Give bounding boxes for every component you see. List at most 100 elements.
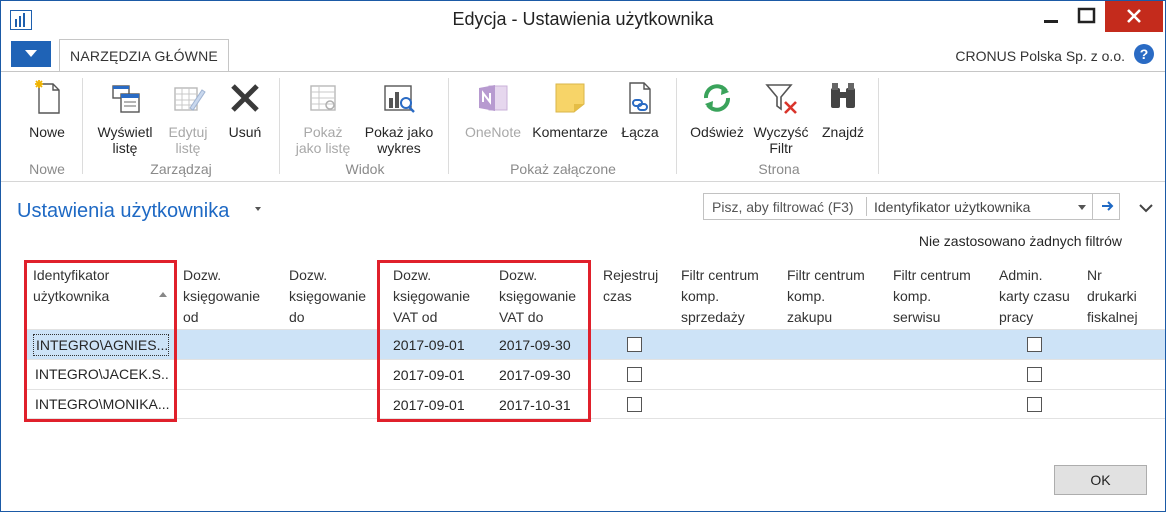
checkbox-timesheet-admin[interactable] [1027,337,1042,352]
show-as-list-button[interactable]: Pokaż jako listę [287,78,359,156]
find-label: Znajdź [821,124,865,140]
caret-down-icon [25,50,37,57]
column-header-fiscal-printer[interactable]: Nr drukarki fiskalnej [1079,260,1165,328]
column-header-sales-resp-filter[interactable]: Filtr centrum komp. sprzedaży [673,260,779,328]
header-text: Nr [1087,267,1102,283]
header-text: fiskalnej [1087,309,1138,325]
group-separator [279,78,280,174]
column-header-allow-posting-to[interactable]: Dozw. księgowanie do [281,260,387,328]
sticky-note-icon [555,83,585,113]
view-list-label-2: listę [112,140,138,156]
delete-label: Usuń [228,124,262,140]
header-text: od [183,309,199,325]
view-list-label-1: Wyświetl [97,124,153,140]
highlight-box-user-id [24,260,177,422]
close-icon [1127,9,1141,23]
group-label-new: Nowe [29,161,65,177]
header-text: Dozw. [289,267,328,283]
filter-field-dropdown-icon[interactable] [1078,205,1086,210]
checkbox-register-time[interactable] [627,367,642,382]
header-text: serwisu [893,309,941,325]
onenote-icon [479,85,508,111]
group-separator [676,78,677,174]
filter-input[interactable]: Pisz, aby filtrować (F3) [712,199,854,215]
filter-box[interactable]: Pisz, aby filtrować (F3) Identyfikator u… [703,193,1120,220]
title-dropdown-icon[interactable] [255,207,261,211]
header-text: pracy [999,309,1034,325]
ribbon: Nowe Nowe Wyświetl listę Edytuj listę Us… [1,71,1165,182]
apply-filter-button[interactable] [1092,194,1120,219]
page-title[interactable]: Ustawienia użytkownika [17,200,229,223]
show-list-icon [310,85,336,111]
company-name[interactable]: CRONUS Polska Sp. z o.o. [955,48,1125,64]
title-bar: Edycja - Ustawienia użytkownika [1,1,1165,37]
filter-separator [866,197,867,216]
binoculars-icon [831,83,855,108]
view-list-icon [112,85,140,113]
checkbox-timesheet-admin[interactable] [1027,397,1042,412]
group-label-show-attached: Pokaż załączone [510,161,616,177]
onenote-label: OneNote [464,124,522,140]
find-button[interactable]: Znajdź [815,78,871,140]
column-header-allow-posting-from[interactable]: Dozw. księgowanie od [175,260,281,328]
ok-button[interactable]: OK [1054,465,1147,495]
notes-button[interactable]: Komentarze [529,78,611,140]
links-label: Łącza [621,124,659,140]
window: Edycja - Ustawienia użytkownika NARZĘDZI… [0,0,1166,512]
onenote-button[interactable]: OneNote [457,78,529,140]
tab-home[interactable]: NARZĘDZIA GŁÓWNE [59,39,229,72]
show-as-chart-button[interactable]: Pokaż jako wykres [359,78,439,156]
group-separator [448,78,449,174]
minimize-icon [1044,20,1058,23]
clear-filter-label-2: Filtr [769,140,793,156]
group-separator [878,78,879,174]
filter-field-select[interactable]: Identyfikator użytkownika [874,199,1030,215]
group-separator [82,78,83,174]
header-text: Dozw. [183,267,222,283]
arrow-right-icon [1102,201,1114,211]
column-header-purchase-resp-filter[interactable]: Filtr centrum komp. zakupu [779,260,885,328]
clear-filter-label-1: Wyczyść [753,124,809,140]
chevron-down-icon[interactable] [1139,203,1153,213]
show-as-chart-label-2: wykres [377,140,421,156]
links-button[interactable]: Łącza [617,78,663,140]
clear-filter-icon [765,84,797,114]
checkbox-register-time[interactable] [627,397,642,412]
refresh-button[interactable]: Odśwież [687,78,747,140]
filter-status: Nie zastosowano żadnych filtrów [918,233,1122,249]
header-text: księgowanie [289,288,367,304]
new-button[interactable]: Nowe [21,78,73,140]
header-text: komp. [681,288,720,304]
group-label-view: Widok [345,161,385,177]
checkbox-register-time[interactable] [627,337,642,352]
help-icon[interactable]: ? [1134,44,1154,64]
maximize-button[interactable] [1069,1,1105,32]
header-text: Admin. [999,267,1043,283]
refresh-label: Odśwież [690,124,744,140]
column-header-service-resp-filter[interactable]: Filtr centrum komp. serwisu [885,260,991,328]
table-row[interactable]: INTEGRO\JACEK.S... 2017-09-01 2017-09-30 [25,359,1165,389]
header-text: księgowanie [183,288,261,304]
close-button[interactable] [1105,1,1163,32]
checkbox-timesheet-admin[interactable] [1027,367,1042,382]
application-menu-button[interactable] [11,41,51,67]
column-header-register-time[interactable]: Rejestruj czas [595,260,673,328]
edit-list-label-2: listę [175,140,201,156]
edit-list-icon [174,87,206,111]
view-list-button[interactable]: Wyświetl listę [89,78,161,156]
column-header-timesheet-admin[interactable]: Admin. karty czasu pracy [991,260,1079,328]
header-text: czas [603,288,632,304]
minimize-button[interactable] [1033,1,1069,32]
table-row[interactable]: INTEGRO\AGNIES... 2017-09-01 2017-09-30 [25,329,1165,359]
header-text: Filtr centrum [681,267,759,283]
table-row[interactable]: INTEGRO\MONIKA... 2017-09-01 2017-10-31 [25,389,1165,419]
highlight-box-vat-dates [377,260,591,422]
header-text: do [289,309,305,325]
header-text: zakupu [787,309,833,325]
edit-list-button[interactable]: Edytuj listę [163,78,213,156]
link-icon [629,82,651,114]
clear-filter-button[interactable]: Wyczyść Filtr [749,78,813,156]
notes-label: Komentarze [532,124,608,140]
group-label-page: Strona [758,161,800,177]
delete-button[interactable]: Usuń [223,78,267,140]
